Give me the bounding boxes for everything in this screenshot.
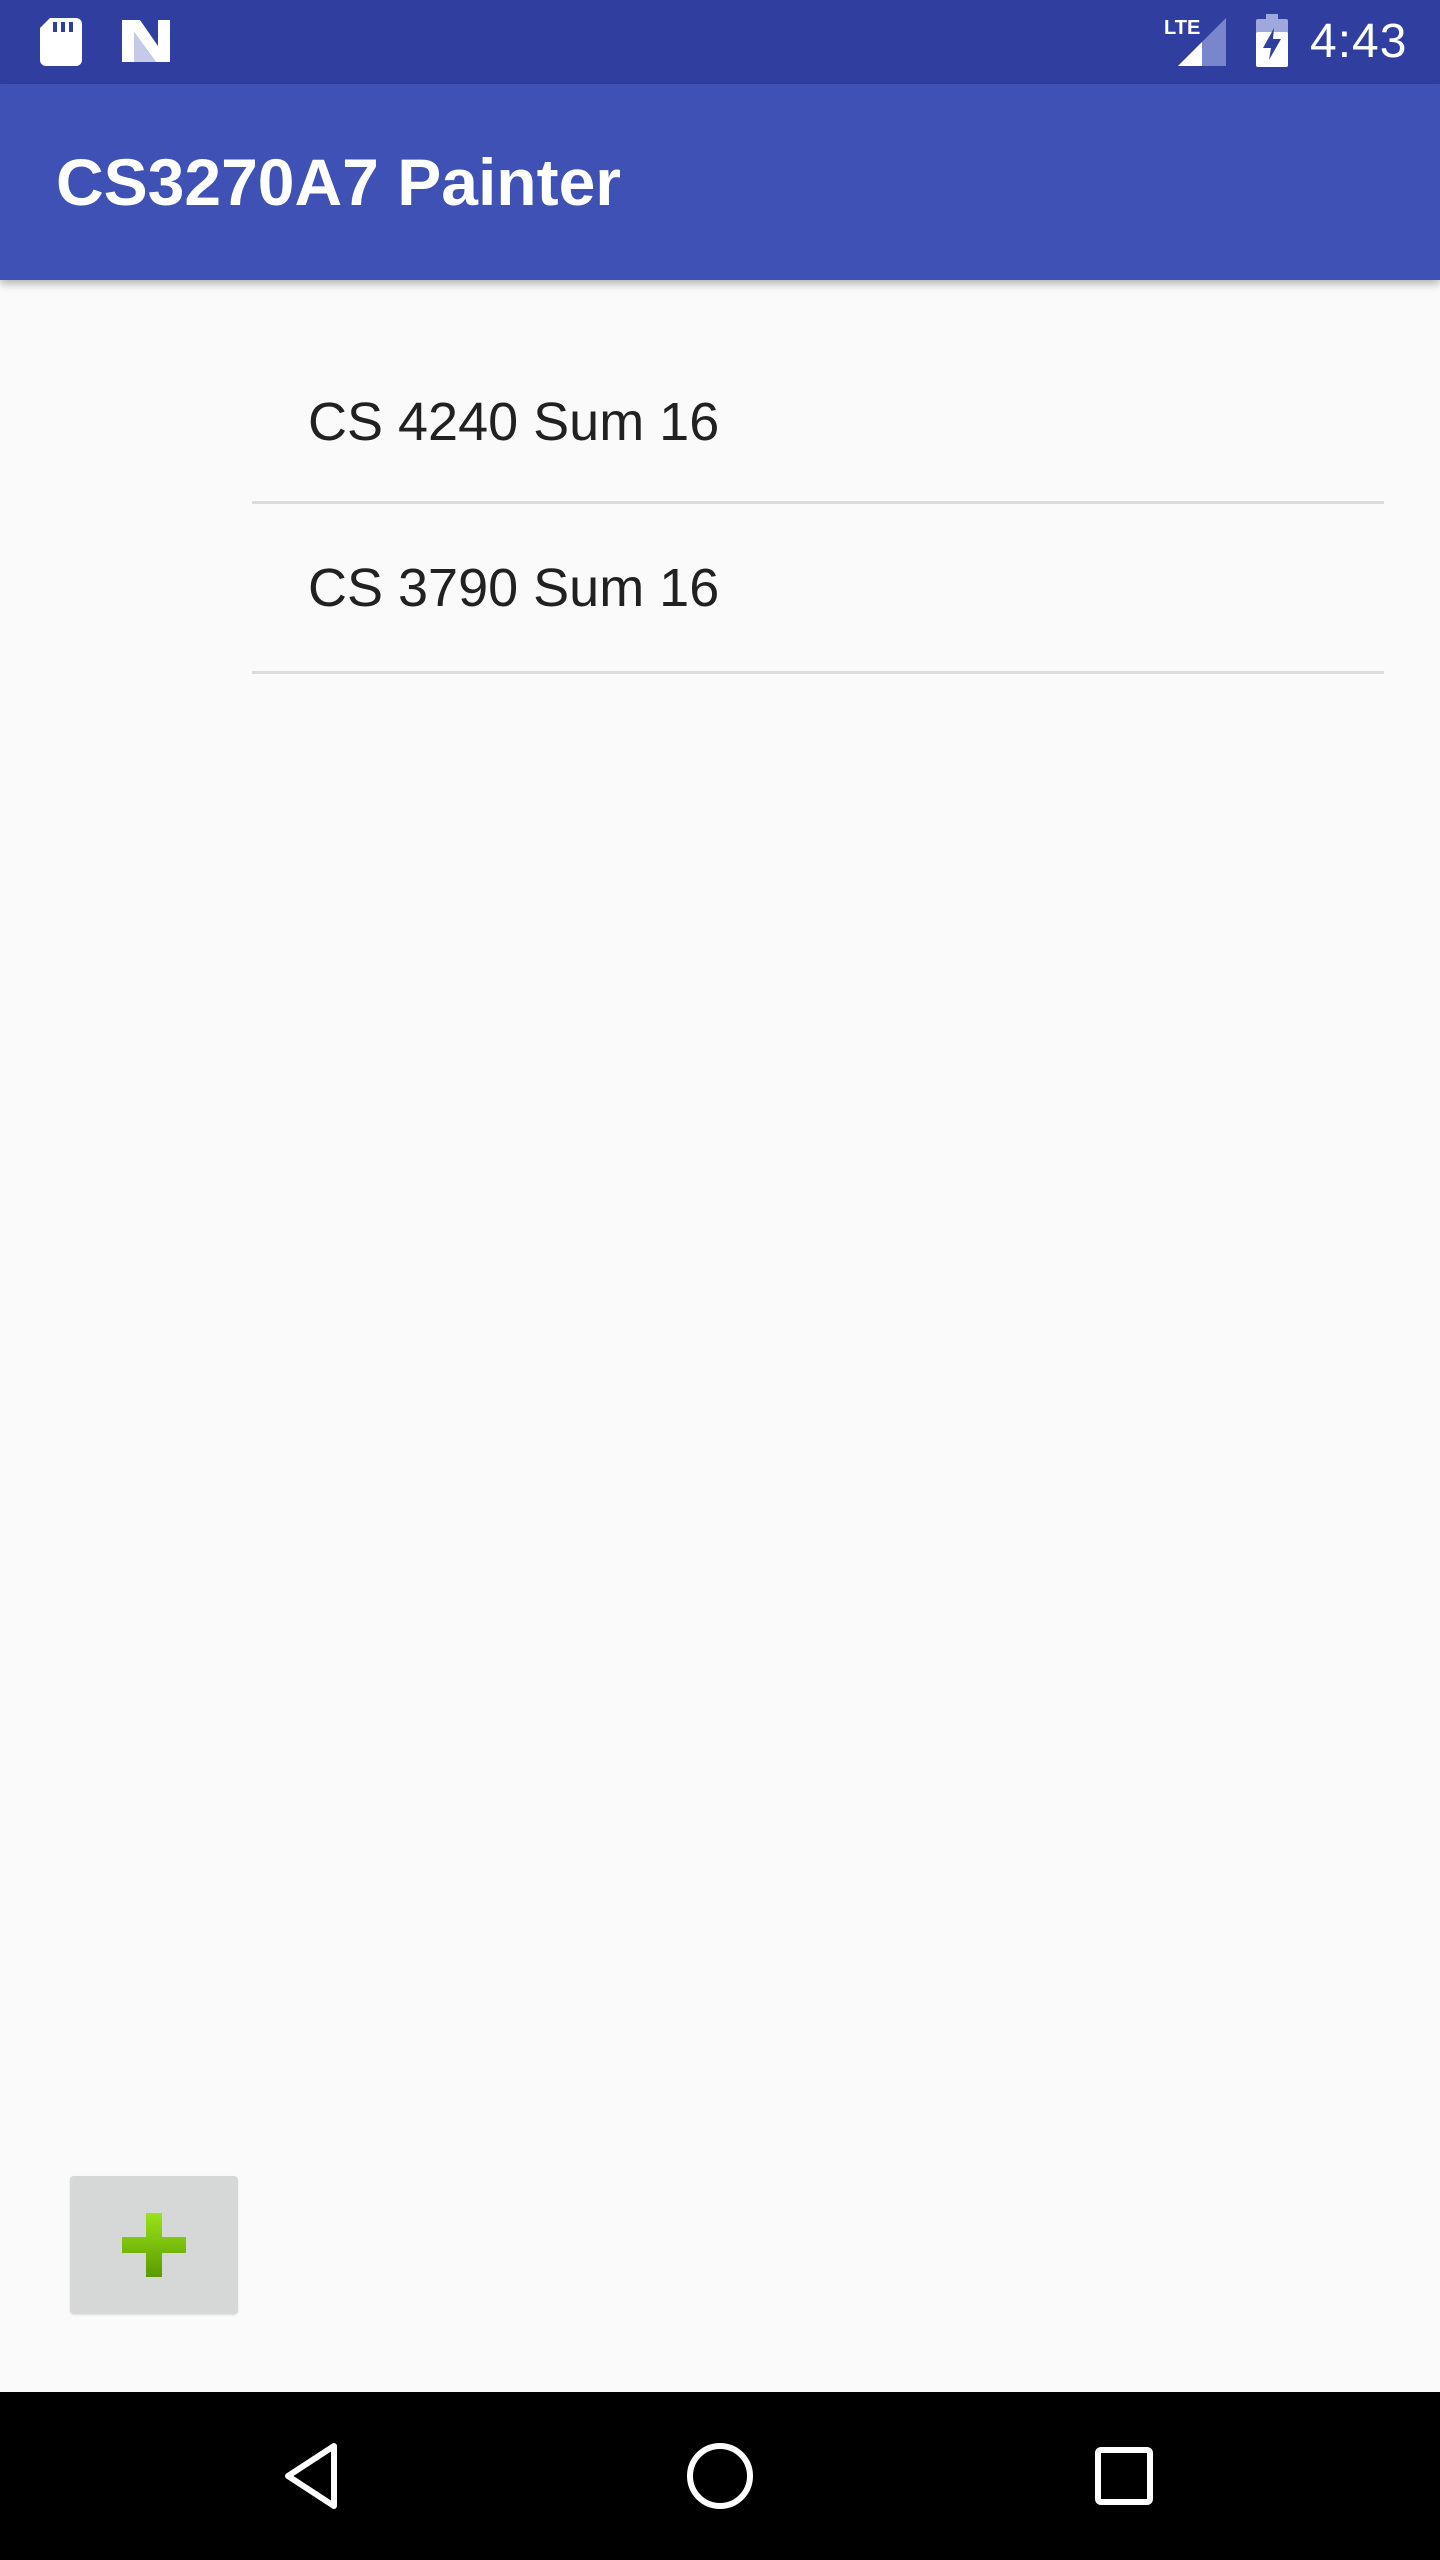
network-label: LTE: [1164, 17, 1200, 39]
navigation-bar: [0, 2392, 1440, 2560]
home-icon[interactable]: [674, 2430, 766, 2522]
list-item[interactable]: CS 4240 Sum 16: [252, 336, 1384, 504]
battery-charging-icon: [1256, 14, 1288, 67]
status-bar: LTE 4:43: [0, 0, 1440, 84]
list-item-label: CS 3790 Sum 16: [308, 557, 720, 618]
recents-icon[interactable]: [1078, 2430, 1170, 2522]
app-bar: CS3270A7 Painter: [0, 84, 1440, 280]
clock: 4:43: [1310, 15, 1408, 68]
back-icon[interactable]: [270, 2430, 362, 2522]
course-list: CS 4240 Sum 16 CS 3790 Sum 16: [252, 336, 1384, 674]
add-button[interactable]: [70, 2176, 238, 2314]
sd-card-icon: [40, 18, 82, 66]
list-item[interactable]: CS 3790 Sum 16: [252, 504, 1384, 674]
screen: LTE 4:43 CS3270A7 Painter CS 4240 Sum 16…: [0, 0, 1440, 2560]
plus-icon: [122, 2213, 186, 2277]
app-title: CS3270A7 Painter: [56, 145, 621, 219]
n-logo-icon: [122, 20, 170, 62]
list-item-label: CS 4240 Sum 16: [308, 392, 720, 452]
lte-signal-icon: LTE: [1164, 17, 1226, 66]
